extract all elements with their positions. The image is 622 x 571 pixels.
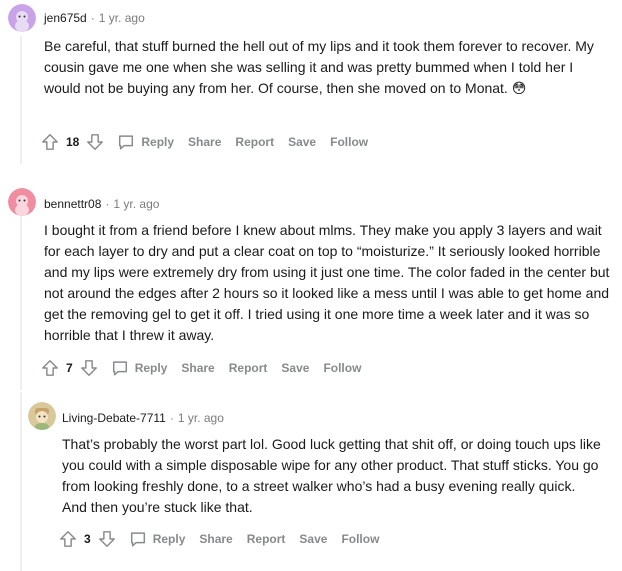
report-button[interactable]: Report (247, 532, 286, 546)
save-button[interactable]: Save (299, 532, 327, 546)
comment: bennettr08 · 1 yr. ago I bought it from a … (0, 178, 622, 390)
comment-bubble-icon (130, 532, 145, 547)
downvote-icon[interactable] (79, 358, 99, 378)
comment-body: I bought it from a friend before I knew … (44, 222, 610, 343)
comment-meta: jen675d · 1 yr. ago (44, 10, 145, 26)
reply-label: Reply (141, 135, 175, 149)
downvote-icon[interactable] (97, 529, 117, 549)
username[interactable]: jen675d (44, 11, 87, 25)
avatar[interactable] (8, 188, 36, 216)
comment-bubble-icon (112, 361, 127, 376)
upvote-icon[interactable] (40, 358, 60, 378)
save-button[interactable]: Save (288, 135, 316, 149)
reply-button[interactable]: Reply (111, 359, 168, 377)
comment-body: That’s probably the worst part lol. Good… (62, 436, 601, 515)
reply-button[interactable]: Reply (129, 530, 186, 548)
timestamp[interactable]: 1 yr. ago (99, 11, 145, 25)
follow-button[interactable]: Follow (341, 532, 379, 546)
reply-button[interactable]: Reply (117, 133, 174, 151)
upvote-icon[interactable] (58, 529, 78, 549)
share-button[interactable]: Share (188, 135, 221, 149)
separator: · (90, 11, 95, 25)
reply-label: Reply (152, 532, 186, 546)
username[interactable]: bennettr08 (44, 197, 101, 211)
timestamp[interactable]: 1 yr. ago (178, 411, 224, 425)
vote-count: 18 (66, 135, 80, 149)
comment-actions: 18 Reply Share Report Save Follow (40, 130, 368, 154)
separator: · (169, 411, 174, 425)
thread-line[interactable] (20, 392, 22, 571)
vote-count: 7 (66, 361, 73, 375)
follow-button[interactable]: Follow (323, 361, 361, 375)
avatar[interactable] (8, 4, 36, 32)
comment: jen675d · 1 yr. ago Be careful, that stuff… (0, 0, 622, 176)
avatar[interactable] (28, 402, 56, 430)
timestamp[interactable]: 1 yr. ago (113, 197, 159, 211)
downvote-icon[interactable] (85, 132, 105, 152)
reply-label: Reply (134, 361, 168, 375)
comment-body: Be careful, that stuff burned the hell o… (44, 38, 594, 96)
username[interactable]: Living-Debate-7711 (62, 411, 166, 425)
comment-actions: 7 Reply Share Report Save Follow (40, 356, 361, 380)
separator: · (105, 197, 110, 211)
thread-line[interactable] (20, 216, 22, 390)
upvote-icon[interactable] (40, 132, 60, 152)
share-button[interactable]: Share (199, 532, 232, 546)
vote-count: 3 (84, 532, 91, 546)
thread-line[interactable] (20, 36, 22, 164)
report-button[interactable]: Report (229, 361, 268, 375)
comment-reply: Living-Debate-7711 · 1 yr. ago That’s prob… (0, 392, 622, 571)
follow-button[interactable]: Follow (330, 135, 368, 149)
share-button[interactable]: Share (181, 361, 214, 375)
comment-meta: bennettr08 · 1 yr. ago (44, 196, 159, 212)
report-button[interactable]: Report (235, 135, 274, 149)
comment-bubble-icon (119, 135, 134, 150)
save-button[interactable]: Save (281, 361, 309, 375)
comment-actions: 3 Reply Share Report Save Follow (58, 527, 379, 551)
comment-meta: Living-Debate-7711 · 1 yr. ago (62, 410, 224, 426)
